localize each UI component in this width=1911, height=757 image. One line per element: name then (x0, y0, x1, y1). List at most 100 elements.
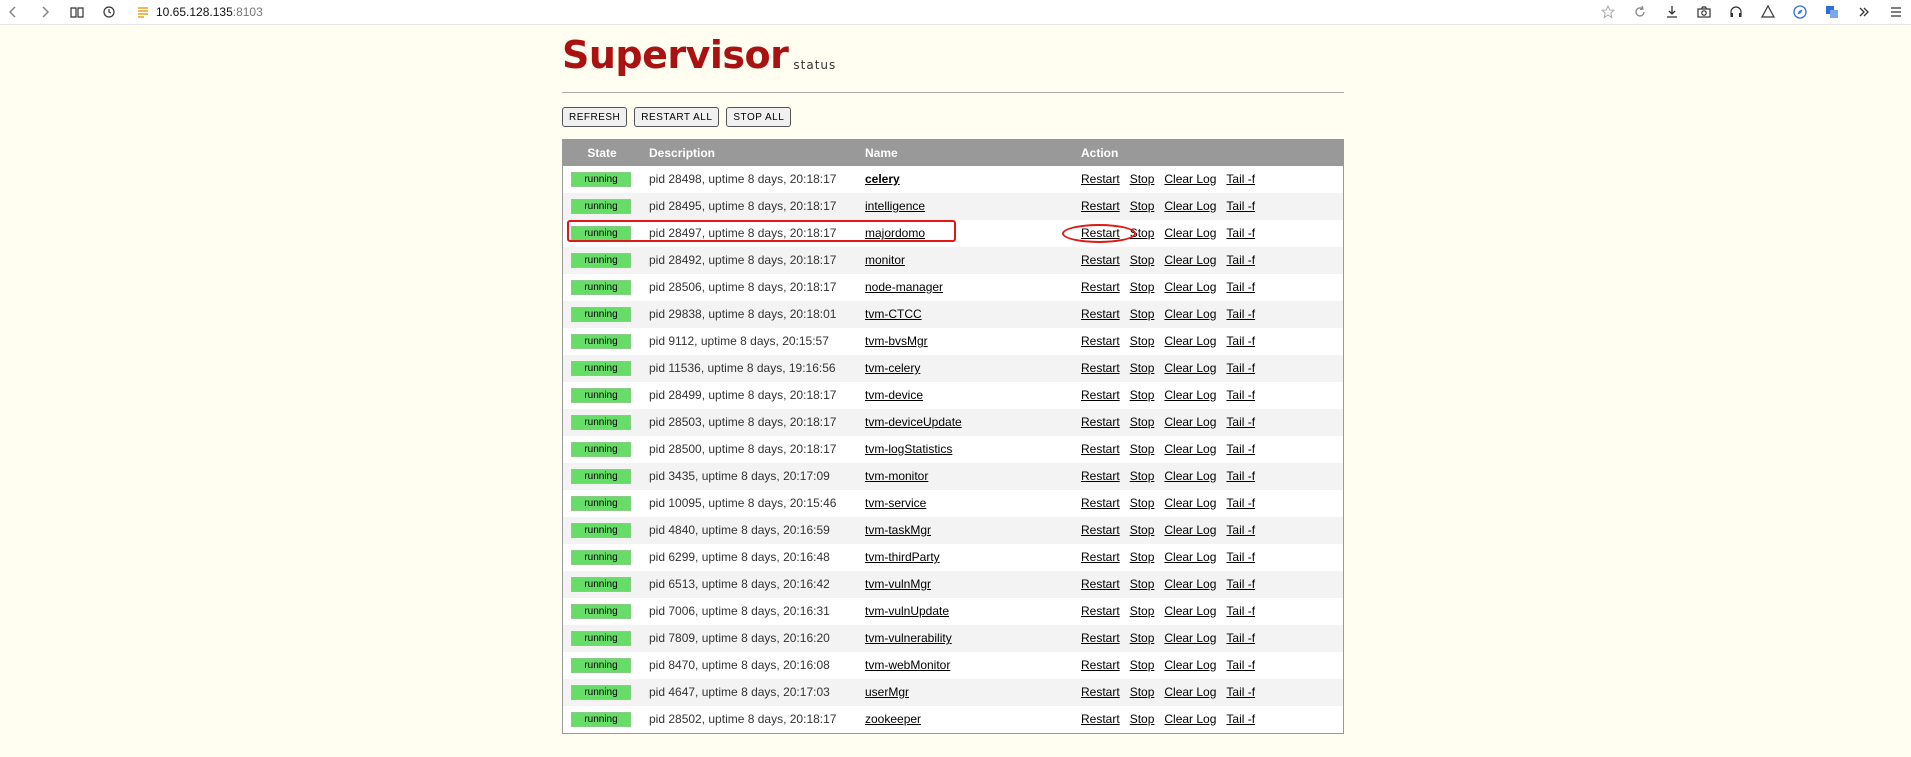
download-icon[interactable] (1661, 1, 1683, 23)
process-name-link[interactable]: tvm-bvsMgr (865, 334, 928, 348)
stop-link[interactable]: Stop (1130, 253, 1155, 267)
back-icon[interactable] (2, 1, 24, 23)
process-name-link[interactable]: zookeeper (865, 712, 921, 726)
stop-link[interactable]: Stop (1130, 658, 1155, 672)
clear-log-link[interactable]: Clear Log (1164, 388, 1216, 402)
star-icon[interactable] (1597, 1, 1619, 23)
extension-icon[interactable] (1757, 1, 1779, 23)
process-name-link[interactable]: tvm-webMonitor (865, 658, 950, 672)
stop-link[interactable]: Stop (1130, 388, 1155, 402)
forward-icon[interactable] (34, 1, 56, 23)
process-name-link[interactable]: intelligence (865, 199, 925, 213)
menu-icon[interactable] (1885, 1, 1907, 23)
process-name-link[interactable]: tvm-logStatistics (865, 442, 952, 456)
clear-log-link[interactable]: Clear Log (1164, 307, 1216, 321)
restart-link[interactable]: Restart (1081, 280, 1120, 294)
restart-link[interactable]: Restart (1081, 658, 1120, 672)
clear-log-link[interactable]: Clear Log (1164, 172, 1216, 186)
restart-link[interactable]: Restart (1081, 307, 1120, 321)
process-name-link[interactable]: tvm-CTCC (865, 307, 922, 321)
more-chevrons-icon[interactable] (1853, 1, 1875, 23)
refresh-button[interactable]: REFRESH (562, 107, 628, 127)
process-name-link[interactable]: tvm-vulnMgr (865, 577, 931, 591)
restart-link[interactable]: Restart (1081, 334, 1120, 348)
process-name-link[interactable]: tvm-deviceUpdate (865, 415, 962, 429)
reload-icon[interactable] (1629, 1, 1651, 23)
restart-link[interactable]: Restart (1081, 712, 1120, 726)
restart-link[interactable]: Restart (1081, 415, 1120, 429)
stop-link[interactable]: Stop (1130, 172, 1155, 186)
history-icon[interactable] (98, 1, 120, 23)
clear-log-link[interactable]: Clear Log (1164, 550, 1216, 564)
clear-log-link[interactable]: Clear Log (1164, 199, 1216, 213)
clear-log-link[interactable]: Clear Log (1164, 442, 1216, 456)
translate-icon[interactable] (1821, 1, 1843, 23)
restart-link[interactable]: Restart (1081, 199, 1120, 213)
tail-link[interactable]: Tail -f (1226, 172, 1255, 186)
stop-link[interactable]: Stop (1130, 550, 1155, 564)
restart-link[interactable]: Restart (1081, 469, 1120, 483)
restart-link[interactable]: Restart (1081, 496, 1120, 510)
restart-link[interactable]: Restart (1081, 388, 1120, 402)
tail-link[interactable]: Tail -f (1226, 604, 1255, 618)
process-name-link[interactable]: userMgr (865, 685, 909, 699)
compass-icon[interactable] (1789, 1, 1811, 23)
clear-log-link[interactable]: Clear Log (1164, 496, 1216, 510)
clear-log-link[interactable]: Clear Log (1164, 415, 1216, 429)
stop-link[interactable]: Stop (1130, 496, 1155, 510)
clear-log-link[interactable]: Clear Log (1164, 631, 1216, 645)
restart-link[interactable]: Restart (1081, 361, 1120, 375)
restart-link[interactable]: Restart (1081, 253, 1120, 267)
stop-link[interactable]: Stop (1130, 523, 1155, 537)
stop-link[interactable]: Stop (1130, 577, 1155, 591)
stop-link[interactable]: Stop (1130, 712, 1155, 726)
process-name-link[interactable]: tvm-thirdParty (865, 550, 940, 564)
stop-link[interactable]: Stop (1130, 631, 1155, 645)
restart-all-button[interactable]: RESTART ALL (634, 107, 720, 127)
clear-log-link[interactable]: Clear Log (1164, 253, 1216, 267)
tail-link[interactable]: Tail -f (1226, 523, 1255, 537)
stop-link[interactable]: Stop (1130, 334, 1155, 348)
stop-link[interactable]: Stop (1130, 685, 1155, 699)
clear-log-link[interactable]: Clear Log (1164, 361, 1216, 375)
tail-link[interactable]: Tail -f (1226, 388, 1255, 402)
restart-link[interactable]: Restart (1081, 604, 1120, 618)
restart-link[interactable]: Restart (1081, 172, 1120, 186)
stop-link[interactable]: Stop (1130, 361, 1155, 375)
stop-link[interactable]: Stop (1130, 469, 1155, 483)
tail-link[interactable]: Tail -f (1226, 253, 1255, 267)
process-name-link[interactable]: tvm-monitor (865, 469, 928, 483)
process-name-link[interactable]: celery (865, 172, 900, 186)
process-name-link[interactable]: node-manager (865, 280, 943, 294)
clear-log-link[interactable]: Clear Log (1164, 577, 1216, 591)
camera-icon[interactable] (1693, 1, 1715, 23)
restart-link[interactable]: Restart (1081, 631, 1120, 645)
clear-log-link[interactable]: Clear Log (1164, 469, 1216, 483)
stop-all-button[interactable]: STOP ALL (726, 107, 792, 127)
process-name-link[interactable]: tvm-device (865, 388, 923, 402)
tail-link[interactable]: Tail -f (1226, 334, 1255, 348)
clear-log-link[interactable]: Clear Log (1164, 280, 1216, 294)
stop-link[interactable]: Stop (1130, 280, 1155, 294)
stop-link[interactable]: Stop (1130, 442, 1155, 456)
tail-link[interactable]: Tail -f (1226, 550, 1255, 564)
clear-log-link[interactable]: Clear Log (1164, 226, 1216, 240)
tail-link[interactable]: Tail -f (1226, 415, 1255, 429)
tail-link[interactable]: Tail -f (1226, 361, 1255, 375)
stop-link[interactable]: Stop (1130, 415, 1155, 429)
tail-link[interactable]: Tail -f (1226, 577, 1255, 591)
process-name-link[interactable]: tvm-vulnUpdate (865, 604, 949, 618)
stop-link[interactable]: Stop (1130, 307, 1155, 321)
headphones-icon[interactable] (1725, 1, 1747, 23)
restart-link[interactable]: Restart (1081, 523, 1120, 537)
restart-link[interactable]: Restart (1081, 442, 1120, 456)
tail-link[interactable]: Tail -f (1226, 631, 1255, 645)
process-name-link[interactable]: tvm-taskMgr (865, 523, 931, 537)
address-bar[interactable]: 10.65.128.135 :8103 (136, 5, 263, 19)
clear-log-link[interactable]: Clear Log (1164, 523, 1216, 537)
process-name-link[interactable]: tvm-service (865, 496, 926, 510)
clear-log-link[interactable]: Clear Log (1164, 334, 1216, 348)
clear-log-link[interactable]: Clear Log (1164, 604, 1216, 618)
process-name-link[interactable]: tvm-celery (865, 361, 920, 375)
stop-link[interactable]: Stop (1130, 604, 1155, 618)
